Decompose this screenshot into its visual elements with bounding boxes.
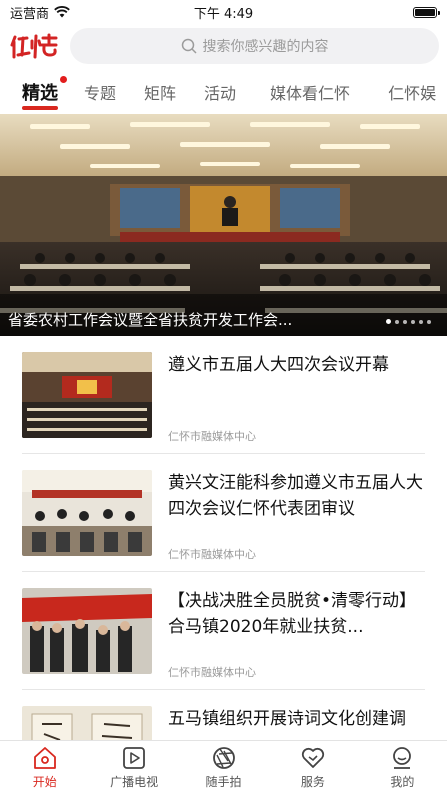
hero-banner[interactable]: 省委农村工作会议暨全省扶贫开发工作会... xyxy=(0,114,447,336)
profile-icon xyxy=(393,747,412,769)
nav-label: 广播电视 xyxy=(110,775,159,789)
play-icon xyxy=(123,747,146,769)
heart-icon xyxy=(301,747,325,768)
carousel-indicator xyxy=(386,319,431,324)
nav-services[interactable]: 服务 xyxy=(268,741,357,794)
news-title: 【决战决胜全员脱贫•清零行动】 合马镇2020年就业扶贫... xyxy=(168,591,417,637)
list-item[interactable]: 遵义市五届人大四次会议开幕 仁怀市融媒体中心 xyxy=(22,336,425,454)
tab-label: 媒体看仁怀 xyxy=(270,84,351,103)
search-placeholder: 搜索你感兴趣的内容 xyxy=(202,39,329,55)
news-title: 黄兴文汪能科参加遵义市五届人大四次会议仁怀代表团审议 xyxy=(168,473,423,519)
clock: 下午 4:49 xyxy=(193,6,254,22)
tab-label: 精选 xyxy=(22,83,58,104)
aperture-icon xyxy=(212,747,235,769)
tab-label: 活动 xyxy=(204,84,237,103)
nav-broadcast[interactable]: 广播电视 xyxy=(89,741,178,794)
nav-label: 开始 xyxy=(32,775,57,789)
news-thumbnail xyxy=(22,470,152,556)
nav-snapshot[interactable]: 随手拍 xyxy=(179,741,268,794)
news-source: 仁怀市融媒体中心 xyxy=(168,666,256,679)
battery-level xyxy=(415,8,435,16)
app-header: 搜索你感兴趣的内容 xyxy=(0,26,447,66)
nav-label: 我的 xyxy=(390,775,415,789)
app-logo xyxy=(10,29,60,63)
active-tab-underline xyxy=(22,106,58,110)
search-bar[interactable]: 搜索你感兴趣的内容 xyxy=(70,28,439,64)
news-thumbnail xyxy=(22,588,152,674)
logo-mark xyxy=(10,33,58,59)
hero-caption: 省委农村工作会议暨全省扶贫开发工作会... xyxy=(8,311,293,329)
news-source: 仁怀市融媒体中心 xyxy=(168,430,256,443)
tab-entertainment[interactable]: 仁怀娱 xyxy=(388,80,436,104)
news-title: 遵义市五届人大四次会议开幕 xyxy=(168,355,389,375)
carousel-dot xyxy=(419,319,423,324)
hero-image xyxy=(0,114,447,336)
tab-activities[interactable]: 活动 xyxy=(204,80,236,104)
new-content-dot xyxy=(60,76,67,83)
list-item[interactable]: 【决战决胜全员脱贫•清零行动】 合马镇2020年就业扶贫... 仁怀市融媒体中心 xyxy=(22,572,425,690)
bottom-nav: 开始 广播电视 随手拍 服务 我的 xyxy=(0,740,447,794)
tab-label: 专题 xyxy=(84,84,117,103)
news-thumbnail xyxy=(22,352,152,438)
nav-profile[interactable]: 我的 xyxy=(358,741,447,794)
news-list: 遵义市五届人大四次会议开幕 仁怀市融媒体中心 黄兴文汪能科参加遵义市五届人大四次… xyxy=(0,336,447,794)
news-title: 五马镇组织开展诗词文化创建调 xyxy=(168,709,406,729)
carousel-dot xyxy=(386,319,391,324)
news-source: 仁怀市融媒体中心 xyxy=(168,548,256,561)
nav-home[interactable]: 开始 xyxy=(0,741,89,794)
tab-matrix[interactable]: 矩阵 xyxy=(144,80,176,104)
tab-media-view[interactable]: 媒体看仁怀 xyxy=(270,80,350,104)
status-bar: 运营商 下午 4:49 xyxy=(0,0,447,24)
carrier-label: 运营商 xyxy=(10,6,50,22)
tab-label: 矩阵 xyxy=(144,84,177,103)
battery-icon xyxy=(413,6,440,18)
home-icon xyxy=(33,747,56,769)
carousel-dot xyxy=(395,319,399,324)
carousel-dot xyxy=(403,319,407,324)
category-tabs: 精选 专题 矩阵 活动 媒体看仁怀 仁怀娱 xyxy=(0,72,447,112)
tab-featured[interactable]: 精选 xyxy=(22,76,67,110)
carousel-dot xyxy=(411,319,415,324)
wifi-icon xyxy=(54,6,70,18)
tab-topics[interactable]: 专题 xyxy=(84,80,116,104)
nav-label: 随手拍 xyxy=(205,775,242,789)
tab-label: 仁怀娱 xyxy=(388,84,437,103)
nav-label: 服务 xyxy=(300,775,325,789)
search-icon xyxy=(181,38,197,54)
carousel-dot xyxy=(427,319,431,324)
list-item[interactable]: 黄兴文汪能科参加遵义市五届人大四次会议仁怀代表团审议 仁怀市融媒体中心 xyxy=(22,454,425,572)
